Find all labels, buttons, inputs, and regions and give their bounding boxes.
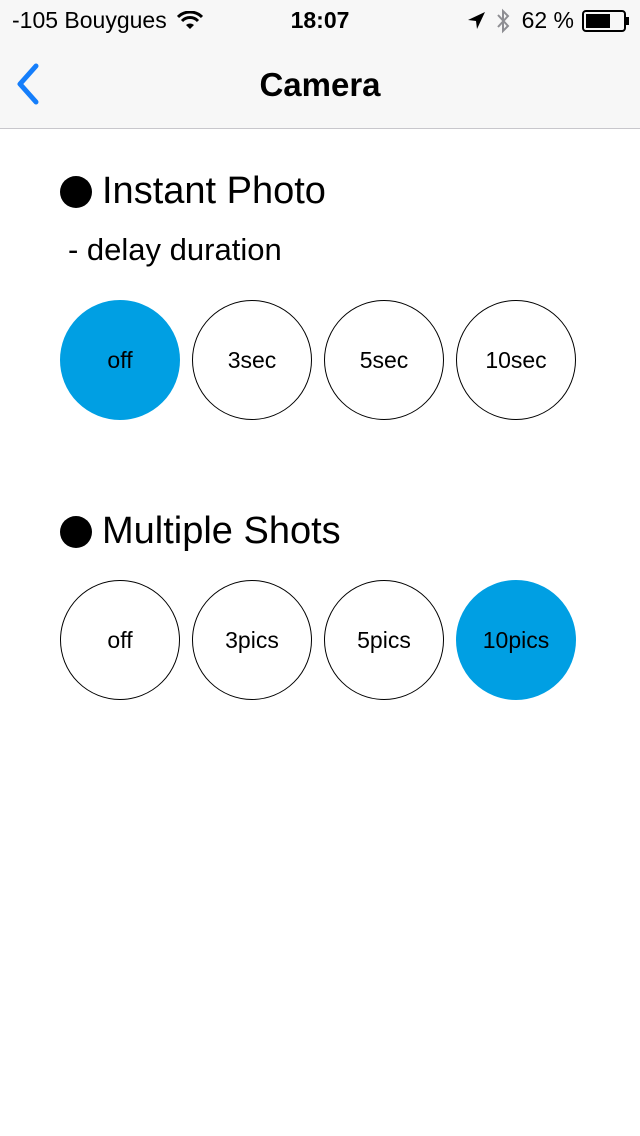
bullet-icon (60, 515, 92, 548)
battery-icon (582, 9, 629, 32)
bullet-icon (60, 175, 92, 208)
bluetooth-icon (496, 8, 509, 33)
shots-option-3pics[interactable]: 3pics (192, 580, 312, 700)
multiple-shots-heading: Multiple Shots (60, 510, 341, 553)
instant-photo-options: off 3sec 5sec 10sec (60, 300, 588, 420)
battery-percent: 62 % (521, 7, 574, 33)
instant-photo-heading: Instant Photo (60, 170, 326, 213)
shots-option-10pics[interactable]: 10pics (456, 580, 576, 700)
multiple-shots-options: off 3pics 5pics 10pics (60, 580, 588, 700)
location-arrow-icon (467, 11, 485, 29)
delay-option-off[interactable]: off (60, 300, 180, 420)
delay-duration-label: - delay duration (68, 232, 282, 267)
shots-option-5pics[interactable]: 5pics (324, 580, 444, 700)
instant-photo-title: Instant Photo (102, 170, 326, 212)
multiple-shots-title: Multiple Shots (102, 510, 341, 552)
delay-option-5sec[interactable]: 5sec (324, 300, 444, 420)
delay-option-3sec[interactable]: 3sec (192, 300, 312, 420)
navigation-bar: Camera (0, 40, 640, 129)
status-right: 62 % (466, 7, 630, 34)
shots-option-off[interactable]: off (60, 580, 180, 700)
status-bar: -105 Bouygues 18:07 62 % (0, 0, 640, 40)
page-title: Camera (259, 66, 381, 103)
delay-option-10sec[interactable]: 10sec (456, 300, 576, 420)
